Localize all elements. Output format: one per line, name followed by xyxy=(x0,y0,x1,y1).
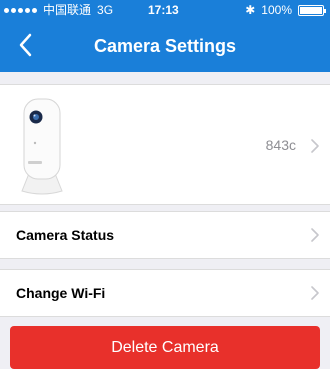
battery-percent: 100% xyxy=(261,3,292,17)
chevron-right-icon xyxy=(311,286,319,300)
clock: 17:13 xyxy=(148,3,179,17)
status-bar: 中国联通 3G 17:13 ✱ 100% xyxy=(0,0,330,20)
device-name: 843c xyxy=(265,137,296,153)
nav-bar: Camera Settings xyxy=(0,20,330,72)
change-wifi-row[interactable]: Change Wi-Fi xyxy=(0,269,330,317)
status-left: 中国联通 3G xyxy=(4,0,113,20)
chevron-right-icon xyxy=(311,228,319,242)
delete-camera-button[interactable]: Delete Camera xyxy=(10,326,320,369)
battery-icon xyxy=(298,4,326,16)
page-title: Camera Settings xyxy=(93,36,237,56)
camera-icon xyxy=(21,98,63,195)
status-right: ✱ 100% xyxy=(245,0,326,20)
device-card[interactable]: 843c xyxy=(0,84,330,205)
carrier-label: 中国联通 xyxy=(43,3,92,17)
camera-status-row[interactable]: Camera Status xyxy=(0,211,330,259)
chevron-right-icon xyxy=(311,139,319,153)
signal-strength-icon xyxy=(4,7,37,13)
change-wifi-label: Change Wi-Fi xyxy=(16,285,106,301)
bluetooth-icon: ✱ xyxy=(245,3,256,17)
top-bar: 中国联通 3G 17:13 ✱ 100% Camera Settings xyxy=(0,0,330,72)
network-label: 3G xyxy=(97,3,114,17)
camera-status-label: Camera Status xyxy=(16,227,115,243)
